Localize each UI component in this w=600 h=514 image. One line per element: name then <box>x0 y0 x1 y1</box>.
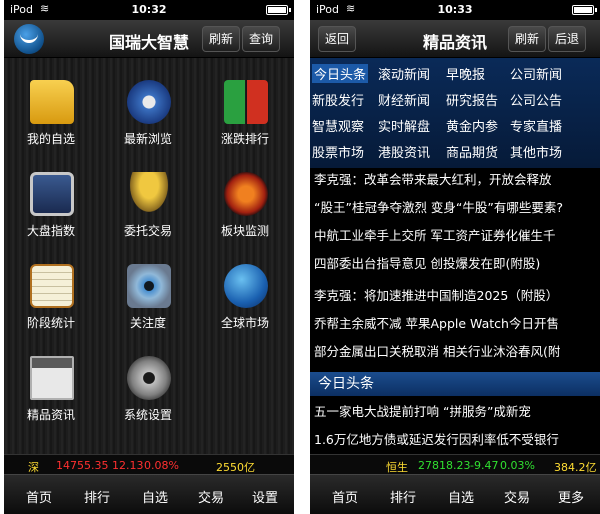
tile-gainers-losers[interactable]: 涨跌排行 <box>198 68 292 158</box>
ticker-percent: 0.03% <box>500 459 535 472</box>
battery-icon <box>572 5 597 15</box>
tile-label: 精品资讯 <box>26 408 75 422</box>
category-item[interactable]: 智慧观察 <box>312 116 364 135</box>
category-item[interactable]: 专家直播 <box>510 116 562 135</box>
category-item[interactable]: 股票市场 <box>312 142 364 161</box>
tab-home[interactable]: 首页 <box>316 487 374 506</box>
handshake-coins-icon <box>127 172 171 216</box>
ticker-volume: 2550亿 <box>216 461 255 474</box>
tab-bar: 首页 排行 自选 交易 更多 <box>310 474 600 514</box>
tile-attention[interactable]: 关注度 <box>101 252 195 342</box>
news-item[interactable]: 李克强：将加速推进中国制造2025（附股） <box>310 284 600 308</box>
ticker-value: 14755.35 <box>56 459 109 472</box>
tile-label: 板块监测 <box>220 224 269 238</box>
tile-label: 全球市场 <box>220 316 269 330</box>
tab-bar: 首页 排行 自选 交易 设置 <box>4 474 294 514</box>
globe-icon <box>224 264 268 308</box>
category-item[interactable]: 财经新闻 <box>378 90 430 109</box>
news-screen: iPod ≋ 10:33 返回 精品资讯 刷新 后退 今日头条 滚动新闻 早晚报… <box>310 0 600 514</box>
category-item[interactable]: 港股资讯 <box>378 142 430 161</box>
ticker-volume: 384.2亿 <box>554 461 597 474</box>
tile-my-watchlist[interactable]: 我的自选 <box>4 68 98 158</box>
tile-label: 阶段统计 <box>26 316 75 330</box>
refresh-button[interactable]: 刷新 <box>202 26 241 52</box>
index-ticker: 深 14755.35 12.13 0.08% 2550亿 <box>4 454 294 474</box>
category-item[interactable]: 实时解盘 <box>378 116 430 135</box>
tile-label: 委托交易 <box>123 224 172 238</box>
waveform-icon <box>224 172 268 216</box>
tile-recent-browse[interactable]: 最新浏览 <box>101 68 195 158</box>
tile-label: 系统设置 <box>123 408 172 422</box>
news-item[interactable]: 中航工业牵手上交所 军工资产证券化催生千 <box>310 224 600 248</box>
back2-button[interactable]: 后退 <box>548 26 587 52</box>
nav-bar: 返回 精品资讯 刷新 后退 <box>310 20 600 58</box>
ticker-change: -9.47 <box>470 459 499 472</box>
category-item[interactable]: 黄金内参 <box>446 116 498 135</box>
category-item[interactable]: 早晚报 <box>446 64 485 83</box>
folder-icon <box>30 80 74 124</box>
tab-more[interactable]: 更多 <box>542 487 600 506</box>
gear-icon <box>127 356 171 400</box>
query-button[interactable]: 查询 <box>242 26 281 52</box>
newspaper-icon <box>30 356 74 400</box>
news-item[interactable]: 四部委出台指导意见 创投爆发在即(附股) <box>310 252 600 276</box>
feature-grid: 我的自选 最新浏览 涨跌排行 大盘指数 委托交易 板块监测 阶段统计 关注度 全… <box>4 58 294 454</box>
tile-market-index[interactable]: 大盘指数 <box>4 160 98 250</box>
category-item[interactable]: 滚动新闻 <box>378 64 430 83</box>
headline-item[interactable]: 五一家电大战提前打响 “拼服务”成新宠 <box>310 400 600 424</box>
updown-arrows-icon <box>224 80 268 124</box>
news-item[interactable]: 李克强：改革会带来最大红利，开放会释放 <box>310 168 600 192</box>
nav-bar: 国瑞大智慧 刷新 查询 <box>4 20 294 58</box>
ticker-value: 27818.23 <box>418 459 471 472</box>
notepad-chart-icon <box>30 264 74 308</box>
category-item[interactable]: 研究报告 <box>446 90 498 109</box>
status-bar: iPod ≋ 10:33 <box>310 0 600 20</box>
tile-global-markets[interactable]: 全球市场 <box>198 252 292 342</box>
tab-ranking[interactable]: 排行 <box>68 487 126 506</box>
tab-watchlist[interactable]: 自选 <box>126 487 184 506</box>
tile-label: 涨跌排行 <box>220 132 269 146</box>
tile-label: 大盘指数 <box>26 224 75 238</box>
section-header: 今日头条 <box>310 372 600 396</box>
tile-period-stats[interactable]: 阶段统计 <box>4 252 98 342</box>
tab-watchlist[interactable]: 自选 <box>432 487 490 506</box>
news-item[interactable]: 部分金属出口关税取消 相关行业沐浴春风(附 <box>310 340 600 364</box>
tab-settings[interactable]: 设置 <box>236 487 294 506</box>
home-screen: iPod ≋ 10:32 国瑞大智慧 刷新 查询 我的自选 最新浏览 涨跌排行 … <box>4 0 294 514</box>
tile-label: 关注度 <box>129 316 166 330</box>
eye-icon <box>127 264 171 308</box>
ticker-change: 12.13 <box>112 459 144 472</box>
news-item[interactable]: “股王”桂冠争夺激烈 变身“牛股”有哪些要素? <box>310 196 600 220</box>
clock: 10:32 <box>131 3 167 16</box>
ticker-market: 深 <box>28 461 39 474</box>
category-item[interactable]: 公司新闻 <box>510 64 562 83</box>
tile-premium-news[interactable]: 精品资讯 <box>4 344 98 434</box>
ticker-percent: 0.08% <box>144 459 179 472</box>
category-item[interactable]: 公司公告 <box>510 90 562 109</box>
battery-icon <box>266 5 291 15</box>
category-grid: 今日头条 滚动新闻 早晚报 公司新闻 新股发行 财经新闻 研究报告 公司公告 智… <box>310 58 600 168</box>
tab-home[interactable]: 首页 <box>10 487 68 506</box>
category-item[interactable]: 今日头条 <box>312 64 369 83</box>
compass-icon <box>127 80 171 124</box>
status-bar: iPod ≋ 10:32 <box>4 0 294 20</box>
tile-settings[interactable]: 系统设置 <box>101 344 195 434</box>
tab-trade[interactable]: 交易 <box>488 487 546 506</box>
category-item[interactable]: 其他市场 <box>510 142 562 161</box>
tile-label: 最新浏览 <box>123 132 172 146</box>
clock: 10:33 <box>437 3 473 16</box>
refresh-button[interactable]: 刷新 <box>508 26 547 52</box>
tile-trading[interactable]: 委托交易 <box>101 160 195 250</box>
category-item[interactable]: 新股发行 <box>312 90 364 109</box>
monitor-chart-icon <box>30 172 74 216</box>
tab-ranking[interactable]: 排行 <box>374 487 432 506</box>
category-item[interactable]: 商品期货 <box>446 142 498 161</box>
news-item[interactable]: 乔帮主余威不减 苹果Apple Watch今日开售 <box>310 312 600 336</box>
ticker-market: 恒生 <box>386 461 408 474</box>
tab-trade[interactable]: 交易 <box>182 487 240 506</box>
tile-label: 我的自选 <box>26 132 75 146</box>
tile-sector-monitor[interactable]: 板块监测 <box>198 160 292 250</box>
headline-item[interactable]: 1.6万亿地方债或延迟发行因利率低不受银行 <box>310 428 600 452</box>
index-ticker: 恒生 27818.23 -9.47 0.03% 384.2亿 <box>310 454 600 474</box>
